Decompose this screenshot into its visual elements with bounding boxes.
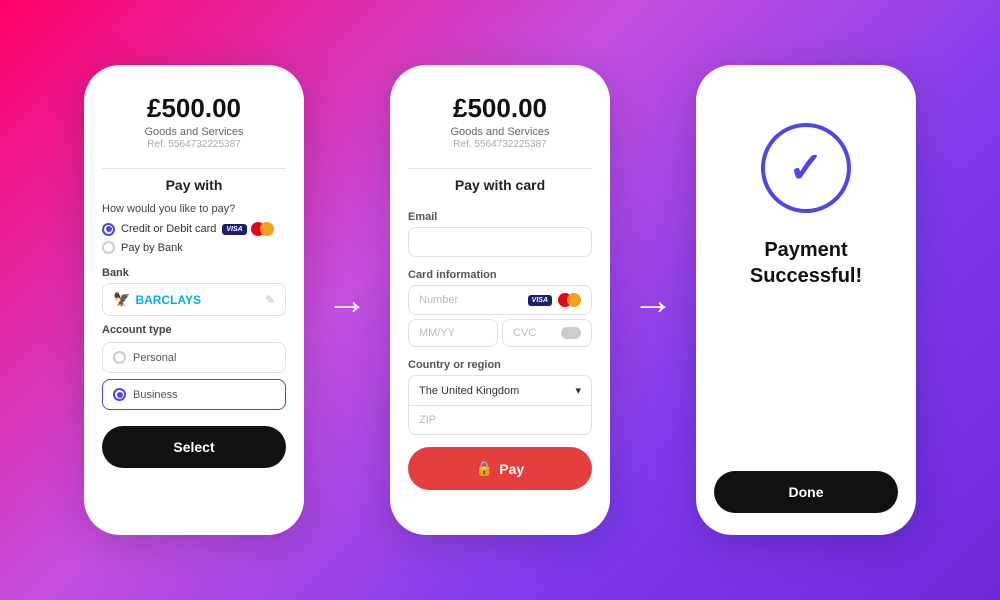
bank-label: Bank (102, 267, 286, 279)
arrow-2: → (632, 279, 674, 321)
done-button[interactable]: Done (714, 471, 898, 513)
phone1-ref: Ref. 5564732225387 (102, 139, 286, 150)
lock-icon: 🔒 (476, 460, 493, 477)
radio-card[interactable] (102, 223, 115, 236)
card-logos: VISA (222, 222, 273, 236)
mastercard-icon-2 (558, 293, 581, 307)
phone2-goods: Goods and Services (408, 126, 592, 138)
account-option-business[interactable]: Business (102, 379, 286, 410)
phone2-amount: £500.00 (408, 93, 592, 124)
mmyy-field[interactable]: MM/YY (408, 319, 498, 347)
divider-2 (408, 168, 592, 169)
success-circle: ✓ (761, 123, 851, 213)
radio-card-label: Credit or Debit card (121, 223, 216, 235)
cvc-field[interactable]: CVC (502, 319, 592, 347)
visa-icon-2: VISA (528, 295, 552, 306)
edit-icon[interactable]: ✎ (265, 293, 275, 307)
bank-name: BARCLAYS (135, 293, 201, 307)
email-label: Email (408, 211, 592, 223)
phone2-pay-with-card: Pay with card (408, 177, 592, 193)
pay-label: Pay (499, 461, 524, 477)
visa-icon: VISA (222, 224, 246, 235)
account-option-personal[interactable]: Personal (102, 342, 286, 373)
phone2-ref: Ref. 5564732225387 (408, 139, 592, 150)
phone1-pay-with: Pay with (102, 177, 286, 193)
success-text: Payment Successful! (714, 237, 898, 289)
phone-3: ✓ Payment Successful! Done (696, 65, 916, 535)
pay-button[interactable]: 🔒 Pay (408, 447, 592, 490)
phone-2: £500.00 Goods and Services Ref. 55647322… (390, 65, 610, 535)
country-value: The United Kingdom (419, 385, 519, 397)
cvc-toggle[interactable] (561, 327, 581, 339)
check-icon: ✓ (788, 147, 823, 189)
scene: £500.00 Goods and Services Ref. 55647322… (0, 65, 1000, 535)
email-input[interactable] (408, 227, 592, 257)
bank-field[interactable]: 🦅 BARCLAYS ✎ (102, 283, 286, 316)
chevron-down-icon: ▾ (575, 384, 581, 397)
radio-business[interactable] (113, 388, 126, 401)
country-label: Country or region (408, 359, 592, 371)
radio-personal[interactable] (113, 351, 126, 364)
phone1-amount: £500.00 (102, 93, 286, 124)
zip-field[interactable]: ZIP (408, 406, 592, 435)
cvc-placeholder: CVC (513, 327, 536, 339)
number-placeholder: Number (419, 294, 522, 306)
business-label: Business (133, 389, 178, 401)
card-number-row[interactable]: Number VISA (408, 285, 592, 315)
phone-1: £500.00 Goods and Services Ref. 55647322… (84, 65, 304, 535)
barclays-logo: 🦅 BARCLAYS (113, 291, 201, 308)
phone1-goods: Goods and Services (102, 126, 286, 138)
radio-bank-label: Pay by Bank (121, 242, 183, 254)
card-info-label: Card information (408, 269, 592, 281)
radio-bank-row[interactable]: Pay by Bank (102, 241, 286, 254)
card-expiry-row: MM/YY CVC (408, 319, 592, 347)
barclays-eagle-icon: 🦅 (113, 291, 130, 308)
account-type-label: Account type (102, 324, 286, 336)
mastercard-icon (251, 222, 274, 236)
radio-bank[interactable] (102, 241, 115, 254)
phone1-how-label: How would you like to pay? (102, 203, 286, 215)
divider-1 (102, 168, 286, 169)
personal-label: Personal (133, 352, 176, 364)
success-line1: Payment (764, 239, 847, 261)
select-button[interactable]: Select (102, 426, 286, 468)
success-line2: Successful! (750, 265, 862, 287)
arrow-1: → (326, 279, 368, 321)
country-field[interactable]: The United Kingdom ▾ (408, 375, 592, 406)
radio-card-row[interactable]: Credit or Debit card VISA (102, 222, 286, 236)
